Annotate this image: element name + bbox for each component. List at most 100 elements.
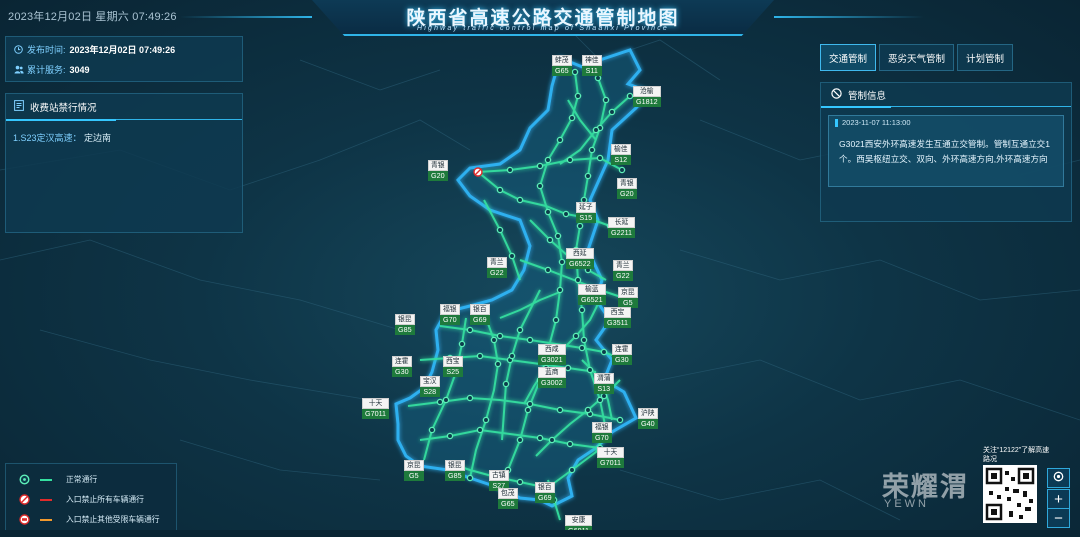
station-node[interactable] — [618, 166, 626, 174]
station-node[interactable] — [428, 426, 436, 434]
restricted-station-marker[interactable] — [473, 167, 483, 177]
station-node[interactable] — [508, 252, 516, 260]
highway-route-label[interactable]: 榆佳 S12 — [611, 144, 631, 165]
station-node[interactable] — [562, 210, 570, 218]
highway-route-label[interactable]: 蚌茂 G65 — [552, 55, 572, 76]
station-node[interactable] — [526, 336, 534, 344]
station-node[interactable] — [466, 326, 474, 334]
station-node[interactable] — [558, 258, 566, 266]
highway-route-label[interactable]: 青兰 G22 — [613, 260, 633, 281]
highway-route-label[interactable]: 京昆 G5 — [404, 460, 424, 481]
station-node[interactable] — [466, 474, 474, 482]
station-node[interactable] — [584, 172, 592, 180]
zoom-in-button[interactable]: + — [1047, 489, 1070, 509]
highway-route-label[interactable]: 十天 G7011 — [362, 398, 390, 419]
highway-route-label[interactable]: 青兰 G22 — [487, 257, 507, 278]
station-node[interactable] — [556, 406, 564, 414]
highway-route-label[interactable]: 包茂 G65 — [498, 488, 518, 509]
station-node[interactable] — [544, 266, 552, 274]
station-node[interactable] — [571, 68, 579, 76]
station-node[interactable] — [578, 306, 586, 314]
station-node[interactable] — [552, 316, 560, 324]
station-node[interactable] — [616, 416, 624, 424]
station-node[interactable] — [508, 352, 516, 360]
tab-traffic-control[interactable]: 交通管制 — [820, 44, 877, 71]
control-card[interactable]: 2023-11-07 11:13:00 G3021西安外环高速发生互通立交管制。… — [828, 115, 1064, 187]
station-node[interactable] — [544, 156, 552, 164]
highway-route-label[interactable]: 延子 S15 — [576, 202, 596, 223]
highway-route-label[interactable]: 榆蓝 G6521 — [578, 284, 606, 305]
station-node[interactable] — [574, 92, 582, 100]
station-node[interactable] — [496, 226, 504, 234]
station-node[interactable] — [600, 392, 608, 400]
station-node[interactable] — [446, 432, 454, 440]
station-node[interactable] — [576, 222, 584, 230]
station-node[interactable] — [548, 436, 556, 444]
station-node[interactable] — [536, 182, 544, 190]
station-node[interactable] — [584, 406, 592, 414]
station-node[interactable] — [536, 162, 544, 170]
station-node[interactable] — [600, 348, 608, 356]
station-node[interactable] — [502, 380, 510, 388]
station-node[interactable] — [568, 114, 576, 122]
station-node[interactable] — [592, 126, 600, 134]
station-node[interactable] — [476, 352, 484, 360]
station-node[interactable] — [482, 416, 490, 424]
station-node[interactable] — [506, 166, 514, 174]
station-node[interactable] — [588, 146, 596, 154]
station-node[interactable] — [436, 398, 444, 406]
locate-button[interactable] — [1047, 468, 1070, 488]
highway-route-label[interactable]: 银百 G69 — [535, 482, 555, 503]
highway-route-label[interactable]: 十天 G7011 — [597, 447, 625, 468]
station-node[interactable] — [574, 276, 582, 284]
highway-route-label[interactable]: 西宝 S25 — [443, 356, 463, 377]
highway-route-label[interactable]: 宝汉 S28 — [420, 376, 440, 397]
station-node[interactable] — [536, 434, 544, 442]
highway-route-label[interactable]: 蓝商 G3002 — [538, 367, 566, 388]
station-node[interactable] — [496, 332, 504, 340]
station-node[interactable] — [544, 208, 552, 216]
station-node[interactable] — [516, 326, 524, 334]
station-node[interactable] — [586, 366, 594, 374]
highway-route-label[interactable]: 银昆 G85 — [445, 460, 465, 481]
highway-route-label[interactable]: 西咸 G3021 — [538, 344, 566, 365]
highway-route-label[interactable]: 银百 G69 — [470, 304, 490, 325]
station-node[interactable] — [556, 136, 564, 144]
highway-route-label[interactable]: 连霍 G30 — [392, 356, 412, 377]
station-node[interactable] — [566, 440, 574, 448]
highway-route-label[interactable]: 沪陕 G40 — [638, 408, 658, 429]
station-node[interactable] — [578, 344, 586, 352]
station-node[interactable] — [526, 400, 534, 408]
station-node[interactable] — [602, 96, 610, 104]
highway-route-label[interactable]: 渭蒲 S13 — [594, 373, 614, 394]
tab-planned-control[interactable]: 计划管制 — [957, 44, 1014, 71]
station-node[interactable] — [554, 232, 562, 240]
highway-route-label[interactable]: 福银 G70 — [592, 422, 612, 443]
station-node[interactable] — [458, 340, 466, 348]
station-node[interactable] — [556, 286, 564, 294]
station-node[interactable] — [496, 186, 504, 194]
highway-route-label[interactable]: 连霍 G30 — [612, 344, 632, 365]
station-node[interactable] — [476, 426, 484, 434]
highway-route-label[interactable]: 长延 G2211 — [608, 217, 636, 238]
station-node[interactable] — [466, 394, 474, 402]
qr-code[interactable] — [983, 465, 1037, 523]
zoom-out-button[interactable]: − — [1047, 508, 1070, 528]
station-node[interactable] — [566, 156, 574, 164]
station-node[interactable] — [564, 364, 572, 372]
station-node[interactable] — [568, 466, 576, 474]
highway-route-label[interactable]: 银昆 G85 — [395, 314, 415, 335]
highway-route-label[interactable]: 福银 G70 — [440, 304, 460, 325]
station-node[interactable] — [596, 154, 604, 162]
station-node[interactable] — [490, 336, 498, 344]
highway-route-label[interactable]: 西宝 G3511 — [604, 307, 632, 328]
station-node[interactable] — [594, 74, 602, 82]
toll-item[interactable]: 1.S23定汉高速： 定边南 — [13, 131, 111, 144]
station-node[interactable] — [524, 406, 532, 414]
station-node[interactable] — [626, 92, 634, 100]
station-node[interactable] — [546, 236, 554, 244]
station-node[interactable] — [608, 108, 616, 116]
station-node[interactable] — [580, 336, 588, 344]
highway-route-label[interactable]: 京昆 G5 — [618, 287, 638, 308]
highway-route-label[interactable]: 沧榆 G1812 — [633, 86, 661, 107]
